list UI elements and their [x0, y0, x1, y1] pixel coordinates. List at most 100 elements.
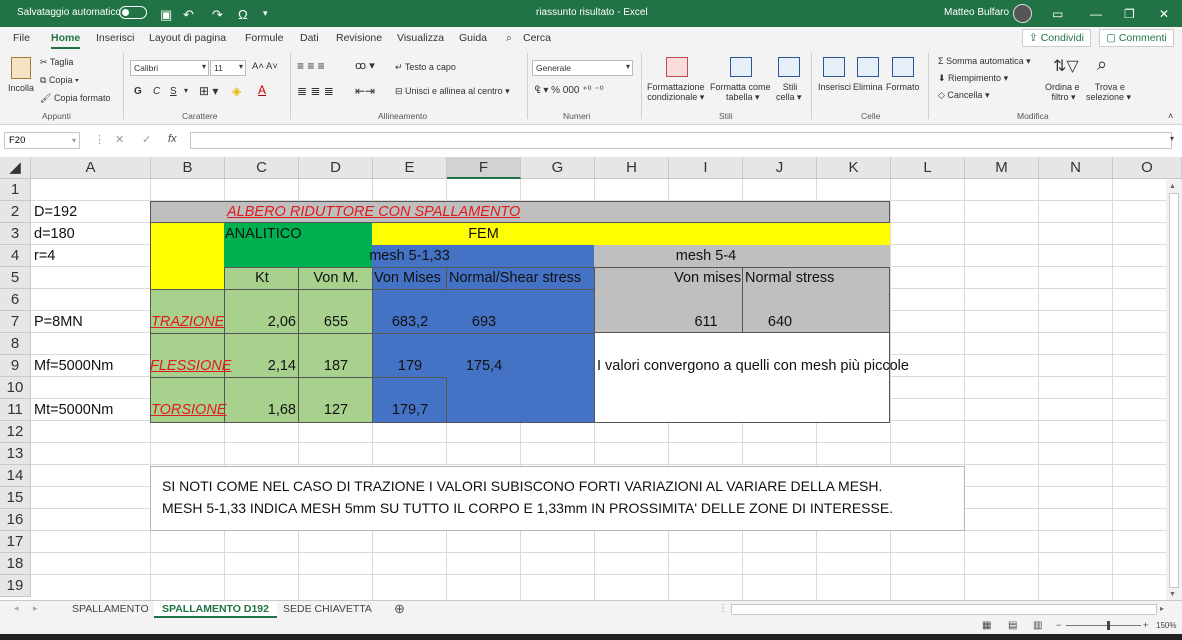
header-mesh-5-1-33[interactable]: mesh 5-1,33: [298, 245, 521, 267]
format-painter-button[interactable]: 🖌 Copia formato: [40, 93, 110, 104]
indent-icon[interactable]: ⇤⇥: [355, 84, 375, 98]
tab-data[interactable]: Dati: [300, 32, 319, 44]
bold-button[interactable]: G: [134, 86, 142, 97]
label-torsione[interactable]: TORSIONE: [151, 399, 226, 421]
label-flessione[interactable]: FLESSIONE: [150, 355, 231, 377]
cell-d7[interactable]: 655: [299, 311, 373, 333]
header-kt[interactable]: Kt: [225, 267, 299, 289]
zoom-level[interactable]: 150%: [1156, 621, 1176, 630]
scroll-down-icon[interactable]: ▼: [1169, 591, 1176, 598]
namebox-dropdown-icon[interactable]: ▾: [72, 136, 76, 145]
row-header[interactable]: 4: [0, 245, 31, 267]
omega-icon[interactable]: Ω: [238, 7, 248, 22]
row-header[interactable]: 13: [0, 443, 31, 465]
column-header[interactable]: L: [891, 157, 965, 179]
insert-cells-button[interactable]: Inserisci: [818, 82, 851, 92]
undo-icon[interactable]: ↶: [183, 7, 194, 23]
clear-button[interactable]: ◇ Cancella ▾: [938, 90, 989, 101]
row-header[interactable]: 19: [0, 575, 31, 597]
table-title[interactable]: ALBERO RIDUTTORE CON SPALLAMENTO: [227, 201, 520, 223]
enter-icon[interactable]: ✓: [142, 133, 151, 146]
paste-icon[interactable]: [11, 57, 31, 79]
borders-icon[interactable]: ⊞ ▾: [199, 84, 218, 98]
merge-center-button[interactable]: ⊟ Unisci e allinea al centro ▾: [395, 86, 510, 97]
cell-i7[interactable]: 611: [669, 311, 743, 333]
avatar[interactable]: [1013, 4, 1032, 23]
row-header[interactable]: 5: [0, 267, 31, 289]
header-von-mises-2[interactable]: Von mises: [595, 267, 741, 289]
cell-a4[interactable]: r=4: [34, 245, 55, 267]
normal-view-icon[interactable]: ▦: [982, 620, 991, 631]
cell-d11[interactable]: 127: [299, 399, 373, 421]
copy-button[interactable]: ⧉ Copia ▾: [40, 75, 79, 86]
cell-e11[interactable]: 179,7: [373, 399, 447, 421]
scroll-right-icon[interactable]: ▸: [1160, 604, 1164, 613]
cell-a11[interactable]: Mt=5000Nm: [34, 399, 113, 421]
comments-button[interactable]: ▢ Commenti: [1099, 29, 1174, 47]
row-header[interactable]: 17: [0, 531, 31, 553]
conditional-format-icon[interactable]: [666, 57, 688, 77]
cell-a2[interactable]: D=192: [34, 201, 77, 223]
sort-filter-button[interactable]: Ordina e filtro ▾: [1045, 82, 1080, 103]
tab-insert[interactable]: Inserisci: [96, 32, 135, 44]
format-cells-button[interactable]: Formato: [886, 82, 920, 92]
column-header[interactable]: F: [447, 157, 521, 179]
column-header[interactable]: C: [225, 157, 299, 179]
column-header[interactable]: D: [299, 157, 373, 179]
sheet-tab-spallamento[interactable]: SPALLAMENTO: [64, 601, 157, 618]
autosave-toggle[interactable]: [119, 6, 147, 19]
font-name-select[interactable]: Calibri: [130, 60, 209, 76]
cell-a7[interactable]: P=8MN: [34, 311, 83, 333]
wrap-text-button[interactable]: ↵ Testo a capo: [395, 62, 456, 73]
add-sheet-icon[interactable]: ⊕: [394, 601, 405, 617]
tabs-more-icon[interactable]: ⋮: [718, 603, 728, 614]
sheet-tab-sede-chiavetta[interactable]: SEDE CHIAVETTA: [275, 601, 380, 618]
row-header[interactable]: 11: [0, 399, 31, 421]
column-header[interactable]: K: [817, 157, 891, 179]
insert-cells-icon[interactable]: [823, 57, 845, 77]
customize-qa-icon[interactable]: ▾: [263, 8, 268, 19]
header-fem[interactable]: FEM: [372, 223, 595, 245]
align-top-icon[interactable]: ≡ ≡ ≡: [297, 59, 325, 73]
page-break-view-icon[interactable]: ▥: [1033, 620, 1042, 631]
zoom-slider-thumb[interactable]: [1107, 621, 1110, 630]
search-icon[interactable]: ⌕: [506, 32, 512, 45]
currency-icon[interactable]: ₠ ▾ % 000 ⁺⁰ ⁻⁰: [535, 85, 604, 96]
horizontal-scrollbar[interactable]: [731, 604, 1157, 615]
row-header[interactable]: 1: [0, 179, 31, 201]
zoom-out-icon[interactable]: −: [1056, 620, 1061, 630]
conditional-format-button[interactable]: Formattazione condizionale ▾: [647, 82, 705, 103]
underline-button[interactable]: S: [170, 86, 177, 97]
cell-d9[interactable]: 187: [299, 355, 373, 377]
delete-cells-button[interactable]: Elimina: [853, 82, 883, 92]
cell-styles-button[interactable]: Stili cella ▾: [776, 82, 802, 103]
column-header[interactable]: E: [373, 157, 447, 179]
tab-review[interactable]: Revisione: [336, 32, 382, 44]
header-mesh-5-4[interactable]: mesh 5-4: [595, 245, 817, 267]
fill-color-icon[interactable]: ◈: [232, 84, 241, 98]
autosum-button[interactable]: Σ Somma automatica ▾: [938, 56, 1031, 67]
cell-c11[interactable]: 1,68: [225, 399, 296, 421]
zoom-slider[interactable]: [1066, 625, 1141, 626]
row-header[interactable]: 14: [0, 465, 31, 487]
minimize-icon[interactable]: —: [1090, 7, 1102, 21]
row-header[interactable]: 15: [0, 487, 31, 509]
font-size-select[interactable]: 11: [210, 60, 246, 76]
insert-function-button[interactable]: fx: [168, 133, 177, 145]
row-header[interactable]: 8: [0, 333, 31, 355]
tab-view[interactable]: Visualizza: [397, 32, 444, 44]
delete-cells-icon[interactable]: [857, 57, 879, 77]
column-header[interactable]: M: [965, 157, 1039, 179]
format-table-button[interactable]: Formatta come tabella ▾: [710, 82, 771, 103]
column-header[interactable]: G: [521, 157, 595, 179]
cell-styles-icon[interactable]: [778, 57, 800, 77]
header-normal-shear[interactable]: Normal/Shear stress: [449, 267, 581, 289]
cell-a9[interactable]: Mf=5000Nm: [34, 355, 113, 377]
expand-formula-icon[interactable]: ▾: [1170, 134, 1174, 143]
sort-filter-icon[interactable]: ⇅▽: [1053, 56, 1079, 76]
cell-c7[interactable]: 2,06: [225, 311, 296, 333]
cell-j7[interactable]: 640: [743, 311, 817, 333]
cell-e9[interactable]: 179: [373, 355, 447, 377]
italic-button[interactable]: C: [153, 86, 160, 97]
restore-icon[interactable]: ❐: [1124, 7, 1135, 21]
